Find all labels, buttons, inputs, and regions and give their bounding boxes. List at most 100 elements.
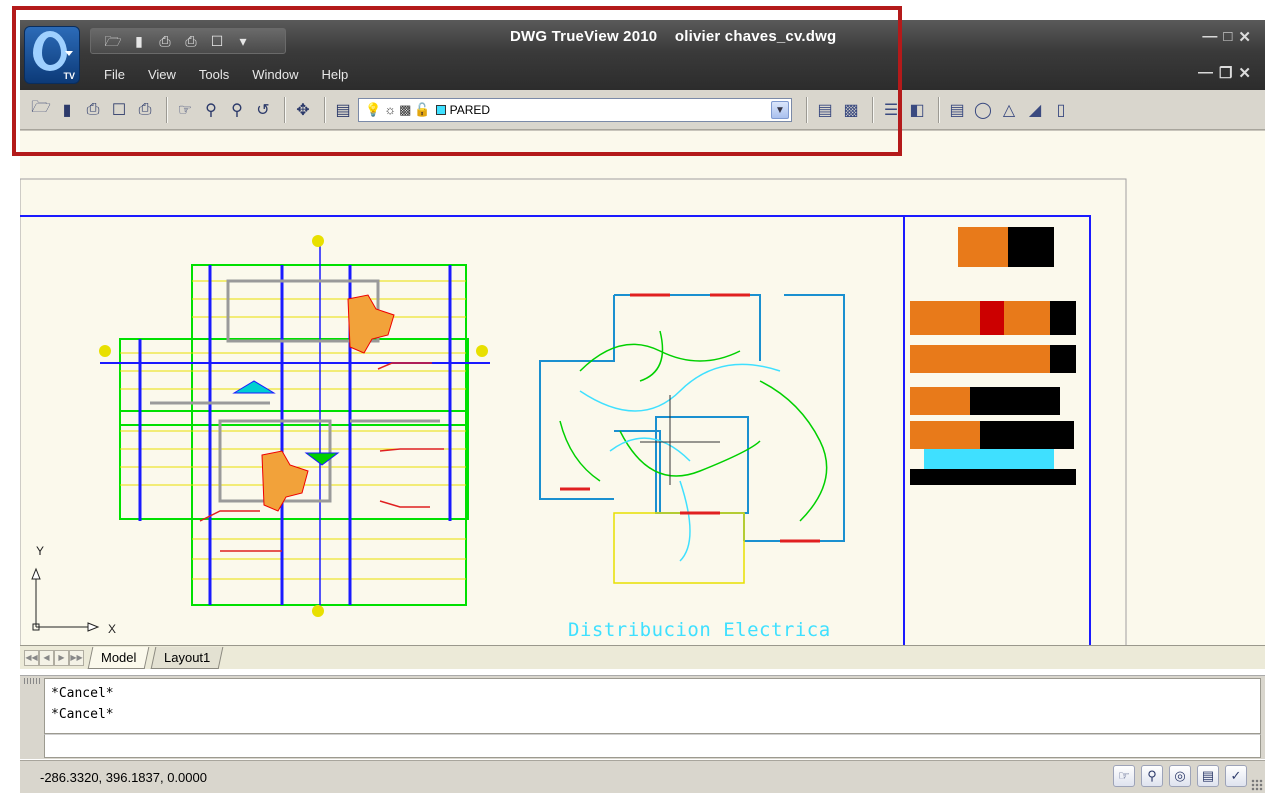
application-menu-button[interactable]: TV (24, 26, 80, 84)
toolbar-separator (938, 96, 940, 123)
menu-bar: File View Tools Window Help (98, 66, 365, 84)
drawing-title-label: Distribucion Electrica (568, 619, 831, 641)
sun-freeze-icon: ☼ (384, 102, 397, 117)
file-name: olivier chaves_cv.dwg (674, 28, 837, 45)
batch-plot-icon[interactable]: ⎙ (134, 99, 156, 121)
previous-tab-icon[interactable]: ◀ (39, 649, 54, 666)
measure-area-icon[interactable]: ▩ (840, 99, 862, 121)
command-history-line: *Cancel* (51, 686, 114, 701)
toolbar-separator (872, 96, 874, 123)
linear-dimension-icon[interactable]: ▤ (946, 99, 968, 121)
command-window-grip[interactable] (24, 678, 40, 684)
command-history-line: *Cancel* (51, 707, 114, 722)
clean-screen-icon[interactable]: ✓ (1225, 765, 1247, 787)
status-bar: -286.3320, 396.1837, 0.0000 ☞ ⚲ ◎ ▤ ✓ (20, 760, 1265, 793)
plot-icon[interactable]: ⎙ (82, 99, 104, 121)
lightbulb-icon: 💡 (365, 101, 382, 117)
ucs-x-label: X (108, 622, 117, 636)
drawing-canvas (20, 178, 1127, 646)
chevron-down-icon[interactable]: ▼ (771, 100, 789, 119)
measure-toolbar: ▤ ▩ ☰ ◧ ▤ ◯ △ ◢ ▯ (814, 96, 1076, 123)
structural-plan (99, 235, 490, 617)
open-icon[interactable]: 🗁 (30, 99, 52, 121)
last-tab-icon[interactable]: ▶▶ (69, 649, 84, 666)
document-window-controls: — ❐ ✕ (1198, 64, 1251, 82)
quick-access-toolbar: 🗁 ▮ ⎙ ⎙ ☐ ▾ (90, 28, 286, 54)
title-block (903, 215, 1091, 646)
radius-icon[interactable]: ◯ (972, 99, 994, 121)
minimize-icon[interactable]: — (1202, 28, 1217, 46)
orbit-icon[interactable]: ✥ (292, 99, 314, 121)
ucs-icon (31, 567, 100, 632)
tab-layout1-label: Layout1 (164, 649, 211, 665)
open-folder-icon[interactable]: 🗁 (103, 32, 123, 50)
toolbar-separator (284, 96, 286, 123)
trueview-logo-icon (33, 31, 67, 71)
zoom-realtime-icon[interactable]: ⚲ (200, 99, 222, 121)
tab-model-label: Model (101, 649, 137, 665)
angle-icon[interactable]: △ (998, 99, 1020, 121)
zoom-icon[interactable]: ⚲ (1141, 765, 1163, 787)
toolbar-separator (806, 96, 808, 123)
command-history: *Cancel* *Cancel* (44, 678, 1261, 734)
pan-icon[interactable]: ☞ (1113, 765, 1135, 787)
first-tab-icon[interactable]: ◀◀ (24, 649, 39, 666)
doc-restore-icon[interactable]: ❐ (1219, 64, 1232, 82)
standard-toolbar: 🗁 ▮ ⎙ ☐ ⎙ ☞ ⚲ ⚲ ↺ ✥ ▤ 💡 ☼ ▩ 🔓 PARED ▼ ▤ … (20, 90, 1265, 130)
qat-dropdown-icon[interactable]: ▾ (233, 32, 253, 50)
title-bar: TV 🗁 ▮ ⎙ ⎙ ☐ ▾ DWG TrueView 2010 olivier… (20, 20, 1265, 90)
layer-name: PARED (449, 102, 491, 117)
plot-printer-icon[interactable]: ⎙ (155, 32, 175, 50)
toolbar-separator (324, 96, 326, 123)
dwg-convert-icon[interactable]: ▮ (129, 32, 149, 50)
doc-minimize-icon[interactable]: — (1198, 64, 1213, 82)
next-tab-icon[interactable]: ▶ (54, 649, 69, 666)
drawing-area[interactable]: Distribucion Electrica Y X (20, 130, 1265, 646)
toolbar-separator (166, 96, 168, 123)
menu-help[interactable]: Help (316, 66, 366, 84)
tab-layout1[interactable]: Layout1 (151, 646, 225, 669)
command-window: *Cancel* *Cancel* (20, 675, 1265, 759)
coordinates-readout: -286.3320, 396.1837, 0.0000 (40, 770, 207, 785)
plot-preview-icon[interactable]: ☐ (207, 32, 227, 50)
layer-properties-icon[interactable]: ▤ (332, 99, 354, 121)
ucs-y-label: Y (36, 544, 45, 558)
menu-view[interactable]: View (142, 66, 193, 84)
tab-model[interactable]: Model (87, 646, 150, 669)
maximize-icon[interactable]: □ (1223, 28, 1232, 46)
menu-file[interactable]: File (98, 66, 142, 84)
status-tray: ☞ ⚲ ◎ ▤ ✓ (1113, 765, 1247, 787)
measure-distance-icon[interactable]: ▤ (814, 99, 836, 121)
pan-realtime-icon[interactable]: ☞ (174, 99, 196, 121)
area-icon[interactable]: ◢ (1024, 99, 1046, 121)
window-controls: — □ ✕ (1202, 28, 1251, 46)
layout-tabs: ◀◀ ◀ ▶ ▶▶ Model Layout1 (20, 645, 1265, 669)
properties-icon[interactable]: ◧ (906, 99, 928, 121)
chevron-down-icon (65, 51, 73, 56)
menu-window[interactable]: Window (246, 66, 315, 84)
command-input[interactable] (44, 734, 1261, 758)
layer-color-swatch (435, 104, 446, 115)
window-title: DWG TrueView 2010 olivier chaves_cv.dwg (510, 28, 836, 45)
steering-wheel-icon[interactable]: ◎ (1169, 765, 1191, 787)
menu-tools[interactable]: Tools (193, 66, 246, 84)
batch-plot-icon[interactable]: ⎙ (181, 32, 201, 50)
preview-icon[interactable]: ☐ (108, 99, 130, 121)
zoom-window-icon[interactable]: ⚲ (226, 99, 248, 121)
viewport-freeze-icon: ▩ (399, 101, 412, 117)
layer-dropdown[interactable]: 💡 ☼ ▩ 🔓 PARED ▼ (358, 97, 792, 122)
logo-badge: TV (63, 71, 75, 81)
unlock-icon: 🔓 (414, 101, 431, 117)
markup-icon[interactable]: ☰ (880, 99, 902, 121)
app-name: DWG TrueView 2010 (510, 28, 658, 45)
extents-icon[interactable]: ▯ (1050, 99, 1072, 121)
doc-close-icon[interactable]: ✕ (1238, 64, 1251, 82)
close-icon[interactable]: ✕ (1238, 28, 1251, 46)
electrical-plan (539, 293, 845, 584)
showmotion-icon[interactable]: ▤ (1197, 765, 1219, 787)
convert-icon[interactable]: ▮ (56, 99, 78, 121)
resize-grip[interactable] (1251, 779, 1263, 791)
tab-navigation: ◀◀ ◀ ▶ ▶▶ (24, 649, 84, 666)
zoom-previous-icon[interactable]: ↺ (252, 99, 274, 121)
dwg-trueview-window: TV 🗁 ▮ ⎙ ⎙ ☐ ▾ DWG TrueView 2010 olivier… (0, 0, 1265, 793)
